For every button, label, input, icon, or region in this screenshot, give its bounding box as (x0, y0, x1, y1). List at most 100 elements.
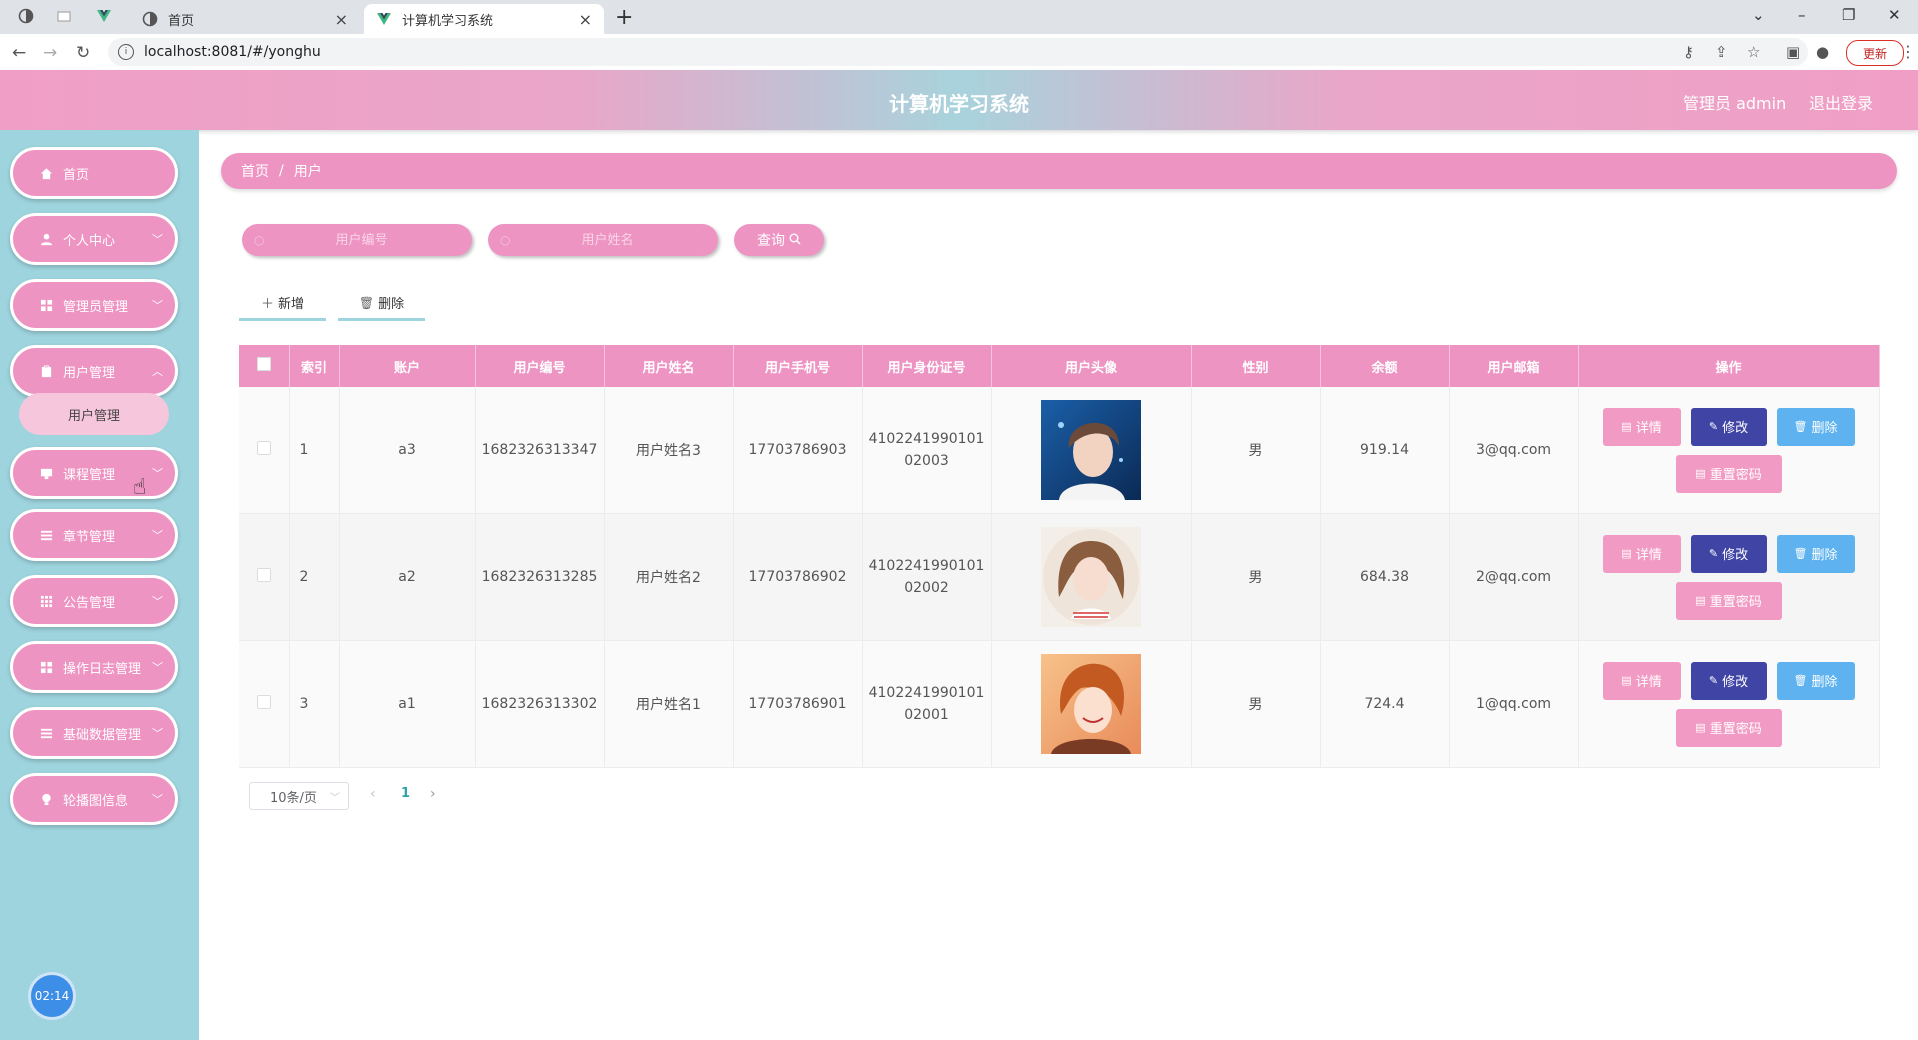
avatar[interactable] (1041, 527, 1141, 627)
pinned-tab-icon[interactable] (18, 8, 36, 26)
page-size-select[interactable]: 10条/页 ﹀ (249, 782, 349, 810)
page-size-value: 10条/页 (270, 790, 317, 806)
detail-label: 详情 (1635, 548, 1662, 563)
pinned-tab-icon[interactable] (56, 8, 74, 26)
reset-password-button[interactable]: ▤ 重置密码 (1675, 454, 1782, 493)
reset-label: 重置密码 (1709, 595, 1762, 610)
delete-label: 删除 (1811, 675, 1838, 690)
reload-icon[interactable]: ↻ (76, 43, 90, 63)
url-field[interactable]: i localhost:8081/#/yonghu (108, 38, 1808, 66)
delete-button[interactable]: 🗑 删除 (1776, 534, 1855, 573)
user-name-input[interactable] (510, 231, 705, 249)
delete-label: 删除 (1811, 548, 1838, 563)
info-icon[interactable]: i (118, 44, 134, 60)
detail-button[interactable]: ▤ 详情 (1602, 407, 1681, 446)
delete-label: 删除 (378, 297, 405, 312)
select-all-cell[interactable] (239, 345, 290, 387)
sidebar-item-chapters[interactable]: 章节管理 ﹀ (10, 509, 178, 561)
list-icon (39, 528, 53, 542)
column-header: 用户编号 (475, 345, 605, 387)
sidebar-item-personal-center[interactable]: 个人中心 ﹀ (10, 213, 178, 265)
tab-home[interactable]: 首页 × (130, 4, 360, 34)
breadcrumb-home[interactable]: 首页 (241, 161, 269, 181)
tab-search-icon[interactable]: ⌄ (1752, 6, 1765, 24)
share-icon[interactable]: ⇪ (1715, 43, 1728, 61)
row-checkbox[interactable] (256, 568, 271, 582)
sidebar-item-label: 公告管理 (63, 595, 116, 611)
trash-icon: 🗑 (1793, 420, 1808, 433)
sidebar-item-notices[interactable]: 公告管理 ﹀ (10, 575, 178, 627)
sidepanel-icon[interactable]: ▣ (1786, 43, 1800, 61)
list-icon (39, 726, 53, 740)
edit-button[interactable]: ✎ 修改 (1690, 661, 1767, 700)
restore-icon[interactable]: ❐ (1842, 6, 1855, 24)
column-header: 账户 (339, 345, 476, 387)
detail-button[interactable]: ▤ 详情 (1602, 534, 1681, 573)
submenu-user-management[interactable]: 用户管理 (19, 393, 169, 435)
select-all-checkbox[interactable] (256, 357, 271, 371)
column-header: 操作 (1578, 345, 1880, 387)
sidebar-item-base-data[interactable]: 基础数据管理 ﹀ (10, 707, 178, 759)
document-icon: ▤ (1695, 467, 1706, 480)
close-icon[interactable]: × (335, 10, 348, 29)
cell-avatar (991, 387, 1192, 514)
avatar[interactable] (1041, 654, 1141, 754)
user-table: 索引 账户 用户编号 用户姓名 用户手机号 用户身份证号 用户头像 性别 余额 … (239, 345, 1880, 768)
url-text: localhost:8081/#/yonghu (144, 44, 321, 60)
next-page-icon[interactable]: › (430, 786, 436, 802)
prev-page-icon[interactable]: ‹ (370, 786, 376, 802)
sidebar-item-home[interactable]: 首页 (10, 147, 178, 199)
column-header: 余额 (1320, 345, 1450, 387)
sidebar-item-admin[interactable]: 管理员管理 ﹀ (10, 279, 178, 331)
edit-button[interactable]: ✎ 修改 (1690, 534, 1767, 573)
close-icon[interactable]: × (579, 10, 592, 29)
menu-kebab-icon[interactable]: ⋮ (1900, 42, 1916, 61)
close-window-icon[interactable]: ✕ (1888, 6, 1901, 24)
cell-account: a2 (339, 513, 476, 641)
query-button[interactable]: 查询 (734, 224, 824, 256)
profile-icon[interactable]: ● (1816, 43, 1829, 61)
key-icon[interactable]: ⚷ (1683, 43, 1694, 61)
chevron-down-icon: ﹀ (152, 299, 163, 312)
star-icon[interactable]: ☆ (1747, 43, 1760, 61)
update-button[interactable]: 更新 (1846, 40, 1904, 66)
sidebar-item-courses[interactable]: 课程管理 ﹀ (10, 447, 178, 499)
delete-button[interactable]: 🗑 删除 (1776, 407, 1855, 446)
edit-button[interactable]: ✎ 修改 (1690, 407, 1767, 446)
user-name-search-field[interactable]: ○ (488, 224, 718, 256)
edit-icon: ✎ (1708, 420, 1719, 433)
detail-button[interactable]: ▤ 详情 (1602, 661, 1681, 700)
document-icon: ▤ (1695, 594, 1706, 607)
minimize-icon[interactable]: – (1798, 6, 1806, 24)
tab-active[interactable]: 计算机学习系统 × (364, 4, 604, 34)
add-button[interactable]: ＋ 新增 (239, 287, 326, 321)
edit-label: 修改 (1722, 675, 1749, 690)
back-icon[interactable]: ← (12, 43, 26, 63)
reset-password-button[interactable]: ▤ 重置密码 (1675, 708, 1782, 747)
cell-balance: 724.4 (1320, 640, 1450, 768)
user-code-search-field[interactable]: ○ (242, 224, 472, 256)
sidebar-item-operation-logs[interactable]: 操作日志管理 ﹀ (10, 641, 178, 693)
sidebar-item-carousel[interactable]: 轮播图信息 ﹀ (10, 773, 178, 825)
edit-label: 修改 (1722, 548, 1749, 563)
document-icon: ▤ (1621, 420, 1632, 433)
edit-label: 修改 (1722, 421, 1749, 436)
column-header: 用户身份证号 (862, 345, 992, 387)
vue-tab-icon[interactable] (96, 8, 114, 26)
row-checkbox[interactable] (256, 441, 271, 455)
batch-delete-button[interactable]: 🗑 删除 (338, 287, 425, 321)
logout-link[interactable]: 退出登录 (1809, 90, 1873, 114)
forward-icon[interactable]: → (43, 43, 57, 63)
row-checkbox[interactable] (256, 695, 271, 709)
cell-idcard: 4102241990101 02003 (862, 387, 992, 514)
sidebar-item-label: 首页 (63, 167, 90, 183)
page-number-current[interactable]: 1 (401, 786, 410, 801)
user-code-input[interactable] (264, 231, 459, 249)
reset-password-button[interactable]: ▤ 重置密码 (1675, 581, 1782, 620)
avatar[interactable] (1041, 400, 1141, 500)
new-tab-icon[interactable]: + (615, 5, 633, 30)
cell-account: a1 (339, 640, 476, 768)
delete-button[interactable]: 🗑 删除 (1776, 661, 1855, 700)
cell-index: 2 (289, 513, 340, 641)
sidebar-item-users[interactable]: 用户管理 ︿ (10, 345, 178, 397)
